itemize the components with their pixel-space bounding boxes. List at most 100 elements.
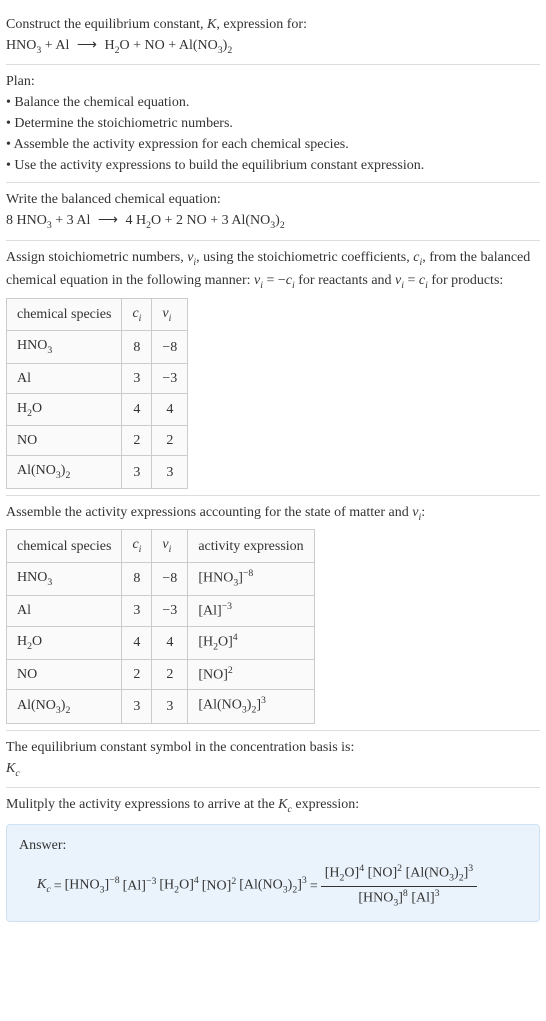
subscript: 2 (65, 470, 70, 481)
cell-c: 3 (122, 363, 152, 393)
text: [NO] (198, 667, 228, 682)
text: HNO (17, 338, 47, 353)
text: : (421, 505, 425, 520)
subscript: c (15, 767, 19, 778)
balanced-intro: Write the balanced chemical equation: (6, 189, 540, 210)
text: expression: (292, 797, 359, 812)
table-row: Al 3 −3 [Al]−3 (7, 595, 315, 626)
text: = − (263, 273, 286, 288)
stoich-block: Assign stoichiometric numbers, νi, using… (6, 241, 540, 496)
cell-species: NO (7, 659, 122, 690)
cell-species: NO (7, 426, 122, 456)
cell-activity: [Al(NO3)2]3 (188, 690, 314, 723)
species: H (104, 38, 114, 53)
subscript: c (46, 884, 50, 895)
cell-c: 3 (122, 595, 152, 626)
species: NO (145, 38, 165, 53)
plan-item: • Use the activity expressions to build … (6, 155, 540, 176)
kc-intro: The equilibrium constant symbol in the c… (6, 737, 540, 758)
text: O (32, 401, 42, 416)
text: Al(NO (17, 698, 56, 713)
text: Al(NO (17, 463, 56, 478)
answer-equation: Kc = [HNO3]−8 [Al]−3 [H2O]4 [NO]2 [Al(NO… (19, 862, 527, 911)
subscript: i (139, 544, 142, 555)
text: [Al] (198, 604, 221, 619)
text: [HNO (198, 571, 233, 586)
cell-species: HNO3 (7, 331, 122, 363)
answer-box: Answer: Kc = [HNO3]−8 [Al]−3 [H2O]4 [NO]… (6, 824, 540, 922)
text: [Al(NO (198, 698, 242, 713)
table-row: H2O 4 4 (7, 393, 188, 425)
term: [Al]−3 (123, 875, 157, 897)
activity-intro: Assemble the activity expressions accoun… (6, 502, 540, 525)
plan-item: • Determine the stoichiometric numbers. (6, 113, 540, 134)
species: HNO (6, 38, 36, 53)
superscript: −8 (243, 568, 253, 579)
multiply-block: Mulitply the activity expressions to arr… (6, 788, 540, 928)
col-nui: νi (152, 298, 188, 330)
k-symbol: K (207, 17, 216, 32)
species: Al (55, 38, 69, 53)
text: H (17, 401, 27, 416)
cell-c: 2 (122, 659, 152, 690)
text: , expression for: (216, 17, 307, 32)
text: [H (325, 865, 340, 880)
balanced-equation: 8 HNO3 + 3 Al ⟶ 4 H2O + 2 NO + 3 Al(NO3)… (6, 210, 540, 233)
table-row: Al(NO3)2 3 3 [Al(NO3)2]3 (7, 690, 315, 723)
table-row: Al(NO3)2 3 3 (7, 456, 188, 488)
text: O (32, 634, 42, 649)
cell-species: Al(NO3)2 (7, 690, 122, 723)
table-row: Al 3 −3 (7, 363, 188, 393)
superscript: 3 (435, 888, 440, 899)
subscript: 3 (47, 345, 52, 356)
term: [NO]2 (202, 875, 236, 897)
superscript: 3 (261, 695, 266, 706)
answer-title: Answer: (19, 835, 527, 856)
col-ci: ci (122, 530, 152, 562)
k: K (6, 761, 15, 776)
table-row: NO 2 2 [NO]2 (7, 659, 315, 690)
cell-c: 2 (122, 426, 152, 456)
text: [HNO (358, 890, 393, 905)
balanced-block: Write the balanced chemical equation: 8 … (6, 183, 540, 240)
subscript: 3 (47, 577, 52, 588)
k: K (37, 877, 46, 892)
equals: = (310, 876, 318, 897)
cell-nu: −8 (152, 562, 188, 595)
cell-activity: [NO]2 (188, 659, 314, 690)
text: [Al(NO (239, 878, 283, 893)
col-ci: ci (122, 298, 152, 330)
superscript: 2 (228, 665, 233, 676)
text: Mulitply the activity expressions to arr… (6, 797, 278, 812)
kc: Kc (37, 874, 51, 897)
activity-block: Assemble the activity expressions accoun… (6, 496, 540, 731)
table-header-row: chemical species ci νi activity expressi… (7, 530, 315, 562)
cell-species: Al (7, 363, 122, 393)
cell-c: 4 (122, 393, 152, 425)
k: K (278, 797, 287, 812)
subscript: 2 (280, 220, 285, 231)
denominator: [HNO3]8 [Al]3 (321, 887, 477, 911)
stoich-intro: Assign stoichiometric numbers, νi, using… (6, 247, 540, 294)
superscript: 3 (468, 863, 473, 874)
term: + 3 Al (52, 213, 91, 228)
text: [NO] (202, 879, 232, 894)
cell-species: H2O (7, 393, 122, 425)
col-species: chemical species (7, 530, 122, 562)
text: [NO] (364, 865, 397, 880)
superscript: 4 (194, 875, 199, 886)
cell-activity: [HNO3]−8 (188, 562, 314, 595)
table-header-row: chemical species ci νi (7, 298, 188, 330)
cell-nu: 3 (152, 456, 188, 488)
cell-species: H2O (7, 626, 122, 659)
text: [Al] (408, 890, 435, 905)
term: O (151, 213, 161, 228)
col-activity: activity expression (188, 530, 314, 562)
table-row: H2O 4 4 [H2O]4 (7, 626, 315, 659)
arrow-icon: ⟶ (73, 38, 101, 53)
term: [H2O]4 (159, 874, 198, 898)
superscript: 2 (231, 876, 236, 887)
superscript: 3 (302, 875, 307, 886)
col-species: chemical species (7, 298, 122, 330)
superscript: 4 (233, 632, 238, 643)
